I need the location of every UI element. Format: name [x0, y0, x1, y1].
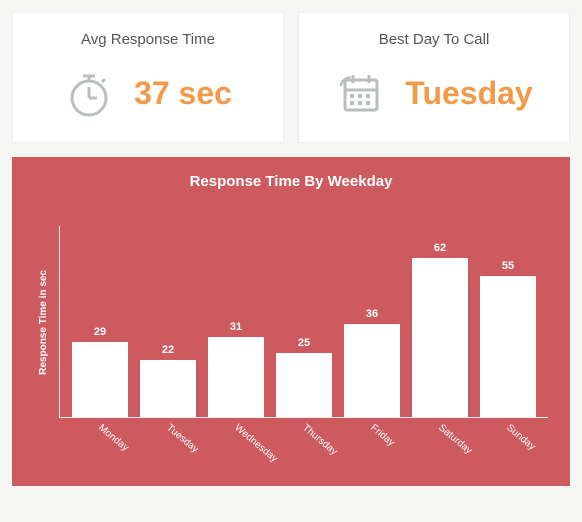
- avg-response-value: 37 sec: [134, 75, 232, 112]
- bar-col: 29Monday: [72, 326, 128, 417]
- avg-response-body: 37 sec: [23, 68, 273, 118]
- bar-category-label: Monday: [96, 422, 130, 453]
- best-day-value: Tuesday: [405, 75, 532, 112]
- bar-category-label: Wednesday: [232, 422, 279, 464]
- bar: [480, 276, 536, 417]
- bar-value-label: 36: [366, 308, 378, 320]
- chart-y-axis-label: Response Time in sec: [34, 270, 53, 375]
- bar-category-label: Saturday: [436, 422, 474, 456]
- bar-col: 55Sunday: [480, 260, 536, 417]
- bar-col: 25Thursday: [276, 337, 332, 417]
- bar: [276, 353, 332, 417]
- best-day-title: Best Day To Call: [309, 31, 559, 48]
- bar-value-label: 55: [502, 260, 514, 272]
- bar-value-label: 25: [298, 337, 310, 349]
- calendar-icon: [335, 68, 385, 118]
- bar-col: 31Wednesday: [208, 321, 264, 417]
- chart-bars: 29Monday22Tuesday31Wednesday25Thursday36…: [59, 226, 548, 418]
- bar-category-label: Tuesday: [164, 422, 200, 455]
- bar-value-label: 22: [162, 344, 174, 356]
- bar: [140, 360, 196, 417]
- chart-area: Response Time in sec 29Monday22Tuesday31…: [34, 226, 548, 466]
- avg-response-title: Avg Response Time: [23, 31, 273, 48]
- bar-category-label: Thursday: [300, 422, 339, 457]
- bar-value-label: 31: [230, 321, 242, 333]
- bar-category-label: Friday: [368, 422, 396, 448]
- bar-col: 22Tuesday: [140, 344, 196, 417]
- bar-category-label: Sunday: [504, 422, 537, 452]
- bar: [72, 342, 128, 417]
- chart-title: Response Time By Weekday: [34, 173, 548, 190]
- bar-col: 36Friday: [344, 308, 400, 417]
- best-day-body: Tuesday: [309, 68, 559, 118]
- bar: [208, 337, 264, 417]
- bar-value-label: 62: [434, 242, 446, 254]
- bar: [344, 324, 400, 417]
- avg-response-card: Avg Response Time 37 sec: [12, 12, 284, 143]
- best-day-card: Best Day To Call: [298, 12, 570, 143]
- chart-panel: Response Time By Weekday Response Time i…: [12, 157, 570, 486]
- stopwatch-icon: [64, 68, 114, 118]
- bar-value-label: 29: [94, 326, 106, 338]
- bar: [412, 258, 468, 417]
- bar-col: 62Saturday: [412, 242, 468, 417]
- stat-cards: Avg Response Time 37 sec Best Day To Cal…: [12, 12, 570, 143]
